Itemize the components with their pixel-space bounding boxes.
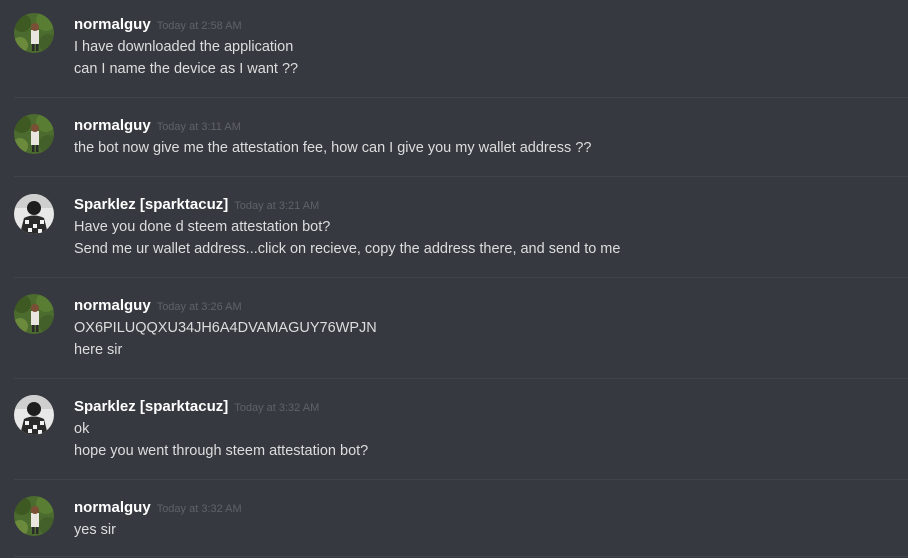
message-line: can I name the device as I want ?? <box>74 61 299 77</box>
message-timestamp: Today at 3:21 AM <box>234 200 320 212</box>
user-avatar[interactable] <box>14 294 54 334</box>
message-author[interactable]: normalguy <box>74 117 151 134</box>
chat-message-list: normalguy Today at 2:58 AM I have downloa… <box>0 0 908 558</box>
message-divider <box>14 479 908 480</box>
user-avatar[interactable] <box>14 194 54 234</box>
message-line: here sir <box>74 342 123 358</box>
normalguy-avatar-image <box>14 294 54 334</box>
message-timestamp: Today at 3:11 AM <box>156 121 241 133</box>
message-divider <box>14 378 908 379</box>
message-line: the bot now give me the attestation fee,… <box>74 140 592 156</box>
message-author[interactable]: Sparklez [sparktacuz] <box>74 196 228 213</box>
user-avatar[interactable] <box>14 496 54 536</box>
normalguy-avatar-image <box>14 496 54 536</box>
user-avatar[interactable] <box>14 114 54 154</box>
message-author[interactable]: normalguy <box>74 297 151 314</box>
message-author[interactable]: Sparklez [sparktacuz] <box>74 398 228 415</box>
normalguy-avatar-image <box>14 114 54 154</box>
message-timestamp: Today at 3:32 AM <box>156 503 242 515</box>
message-line: I have downloaded the application <box>74 39 294 55</box>
message-author[interactable]: normalguy <box>74 16 151 33</box>
message-line: hope you went through steem attestation … <box>74 443 369 459</box>
message-timestamp: Today at 2:58 AM <box>156 20 242 32</box>
user-avatar[interactable] <box>14 395 54 435</box>
message-divider <box>14 176 908 177</box>
user-avatar[interactable] <box>14 13 54 53</box>
message-timestamp: Today at 3:32 AM <box>234 402 320 414</box>
message-line: yes sir <box>74 522 116 538</box>
message-divider <box>14 277 908 278</box>
message-divider <box>14 556 908 557</box>
message-timestamp: Today at 3:26 AM <box>156 301 242 313</box>
sparklez-avatar-image <box>14 395 54 435</box>
message-author[interactable]: normalguy <box>74 499 151 516</box>
message-line: OX6PILUQQXU34JH6A4DVAMAGUY76WPJN <box>74 320 377 336</box>
message-line: Send me ur wallet address...click on rec… <box>74 241 621 257</box>
message-line: Have you done d steem attestation bot? <box>74 219 331 235</box>
message-divider <box>14 97 908 98</box>
normalguy-avatar-image <box>14 13 54 53</box>
message-line: ok <box>74 421 90 437</box>
sparklez-avatar-image <box>14 194 54 234</box>
